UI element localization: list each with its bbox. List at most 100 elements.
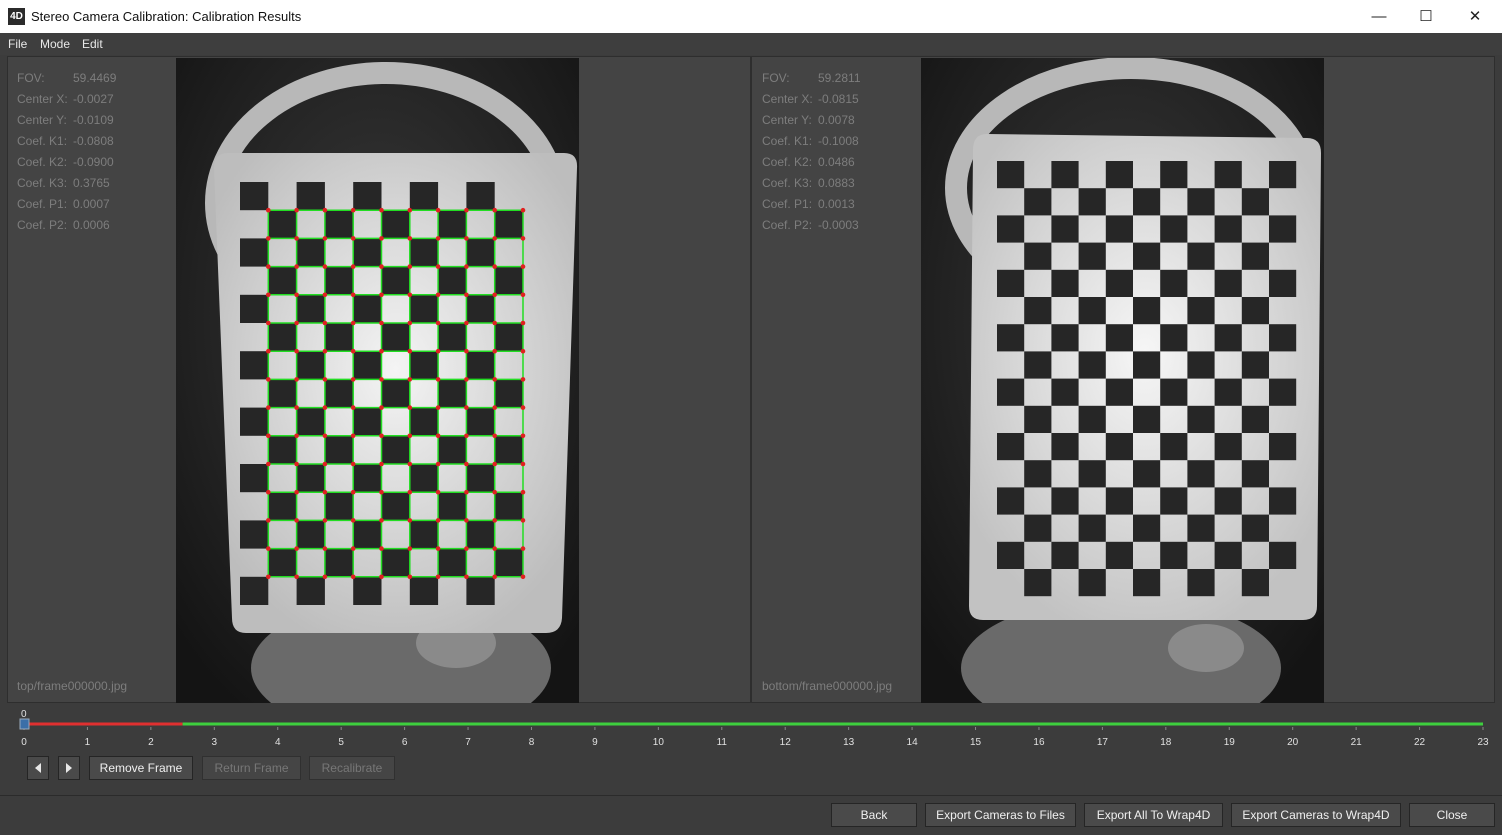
right-camera-viewport[interactable]: FOV: 59.2811 Center X: -0.0815 Center Y: 0.…: [751, 56, 1495, 703]
checker-square: [1187, 297, 1215, 325]
param-row: Coef. P2: 0.0006: [17, 215, 116, 236]
timeline-handle: [19, 718, 30, 730]
detected-corner: [435, 489, 441, 495]
detected-corner: [435, 377, 441, 382]
param-label: Coef. K2:: [17, 155, 68, 169]
detected-corner: [520, 518, 526, 523]
detected-corner: [294, 207, 299, 213]
checker-square: [353, 407, 382, 436]
timeline-tick-label: 2: [148, 737, 154, 748]
next-frame-button[interactable]: [58, 756, 80, 780]
param-value: 0.0013: [818, 197, 855, 211]
left-camera-image: [176, 58, 579, 703]
param-row: Coef. K3: 0.0883: [762, 173, 861, 194]
checker-square: [1078, 188, 1106, 216]
export-cameras-to-files-button[interactable]: Export Cameras to Files: [925, 803, 1076, 827]
checker-square: [324, 492, 354, 521]
menu-file[interactable]: File: [8, 37, 27, 51]
detected-corner: [294, 377, 299, 382]
checker-square: [997, 215, 1025, 243]
detected-corner: [266, 574, 271, 580]
minimize-button[interactable]: —: [1356, 0, 1402, 33]
export-all-to-wrap4d-button[interactable]: Export All To Wrap4D: [1084, 803, 1223, 827]
back-button[interactable]: Back: [831, 803, 917, 827]
checker-square: [494, 548, 523, 577]
detected-corner: [492, 518, 498, 523]
checker-square: [409, 351, 439, 380]
timeline-tick-label: 20: [1287, 737, 1299, 748]
checker-square: [1241, 242, 1269, 270]
checker-square: [1105, 161, 1133, 189]
checker-square: [1214, 161, 1242, 189]
checker-square: [1078, 297, 1106, 325]
checker-square: [240, 576, 269, 605]
checker-square: [997, 433, 1025, 461]
detected-corner: [350, 236, 356, 241]
checker-square: [997, 324, 1025, 352]
detected-corner: [294, 264, 299, 269]
checker-square: [1160, 433, 1188, 461]
left-camera-viewport[interactable]: FOV: 59.4469 Center X: -0.0027 Center Y: -0…: [7, 56, 751, 703]
checker-square: [296, 351, 325, 380]
detected-corner: [464, 264, 469, 269]
checker-square: [494, 492, 523, 521]
detected-corner: [435, 292, 441, 298]
detected-corner: [492, 292, 498, 298]
param-value: -0.0003: [818, 218, 859, 232]
return-frame-button[interactable]: Return Frame: [202, 756, 301, 780]
menu-mode[interactable]: Mode: [40, 37, 70, 51]
param-label: Coef. P2:: [762, 218, 813, 232]
checker-square: [1133, 405, 1161, 433]
frame-slider[interactable]: 0 1 2 3 4 5 6 7 8 9 10 11 12 13 14 15 16 17 18 19 20 21 22 23: [0, 717, 1502, 761]
recalibrate-button[interactable]: Recalibrate: [309, 756, 395, 780]
checker-square: [1051, 487, 1079, 515]
detected-corner: [520, 433, 526, 439]
detected-corner: [350, 207, 356, 213]
checker-square: [1078, 405, 1106, 433]
param-row: Center Y: -0.0109: [17, 110, 116, 131]
timeline-tick-label: 12: [780, 737, 792, 748]
detected-corner: [492, 207, 498, 213]
checker-square: [438, 266, 467, 295]
menu-bar: File Mode Edit: [0, 33, 1502, 55]
window-title: Stereo Camera Calibration: Calibration R…: [31, 9, 302, 24]
detected-corner: [350, 518, 356, 523]
checker-square: [409, 576, 439, 605]
param-row: Coef. K1: -0.0808: [17, 131, 116, 152]
detected-corner: [266, 518, 271, 523]
maximize-button[interactable]: ☐: [1403, 0, 1449, 33]
detected-corner: [379, 292, 384, 298]
detected-corner: [379, 574, 384, 580]
timeline-tick-label: 18: [1160, 737, 1172, 748]
timeline-tick-label: 23: [1477, 737, 1489, 748]
param-row: Center X: -0.0815: [762, 89, 861, 110]
timeline-tick-label: 8: [529, 737, 535, 748]
detected-corner: [407, 264, 413, 269]
checker-square: [1105, 541, 1133, 569]
export-cameras-to-wrap4d-button[interactable]: Export Cameras to Wrap4D: [1231, 803, 1401, 827]
menu-edit[interactable]: Edit: [82, 37, 103, 51]
detected-corner: [379, 405, 384, 410]
detected-corner: [520, 377, 526, 382]
right-camera-image: [921, 58, 1324, 703]
detected-corner: [350, 348, 356, 354]
detected-corner: [294, 518, 299, 523]
remove-frame-button[interactable]: Remove Frame: [89, 756, 193, 780]
close-button[interactable]: Close: [1409, 803, 1495, 827]
close-window-button[interactable]: ✕: [1452, 0, 1498, 33]
detected-corner: [294, 546, 299, 551]
detected-corner: [435, 348, 441, 354]
checker-square: [381, 548, 410, 577]
detected-corner: [266, 405, 271, 410]
detected-corner: [492, 489, 498, 495]
timeline-tick-label: 0: [21, 737, 27, 748]
checker-square: [1105, 433, 1133, 461]
checker-square: [1241, 514, 1269, 542]
detected-corner: [464, 348, 469, 354]
checker-square: [1133, 297, 1161, 325]
detected-corner: [464, 574, 469, 580]
param-row: FOV: 59.2811: [762, 68, 861, 89]
checker-square: [381, 379, 410, 408]
detected-corner: [266, 320, 271, 326]
prev-frame-button[interactable]: [27, 756, 49, 780]
